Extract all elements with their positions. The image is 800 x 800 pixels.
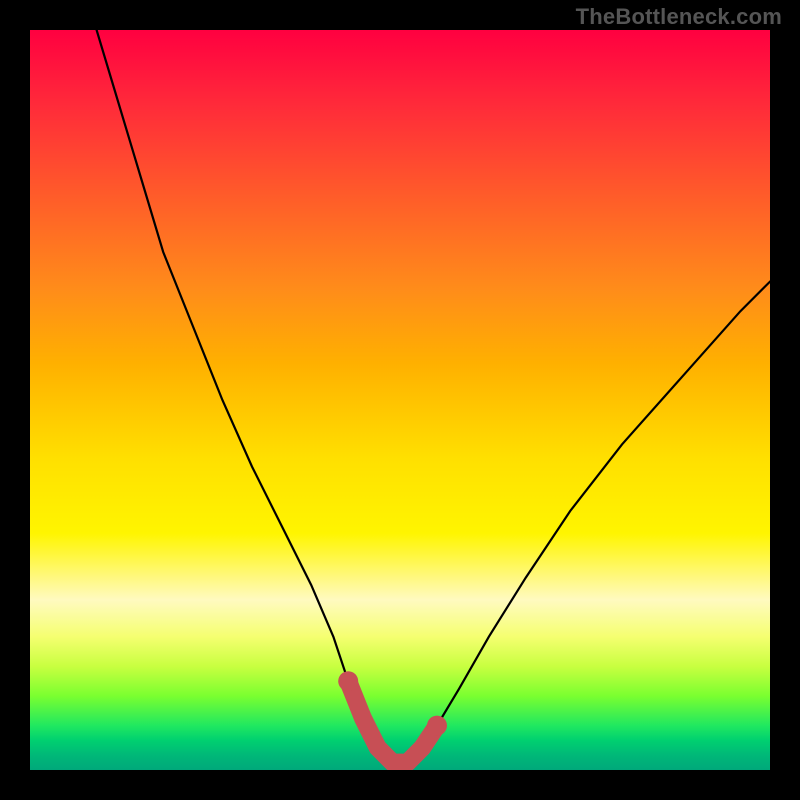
plot-area	[30, 30, 770, 770]
highlight-dot	[338, 671, 358, 691]
curve-layer	[30, 30, 770, 770]
bottleneck-curve	[97, 30, 770, 763]
watermark-text: TheBottleneck.com	[576, 4, 782, 30]
highlight-band	[348, 681, 437, 762]
highlight-dot	[427, 716, 447, 736]
chart-frame: TheBottleneck.com	[0, 0, 800, 800]
